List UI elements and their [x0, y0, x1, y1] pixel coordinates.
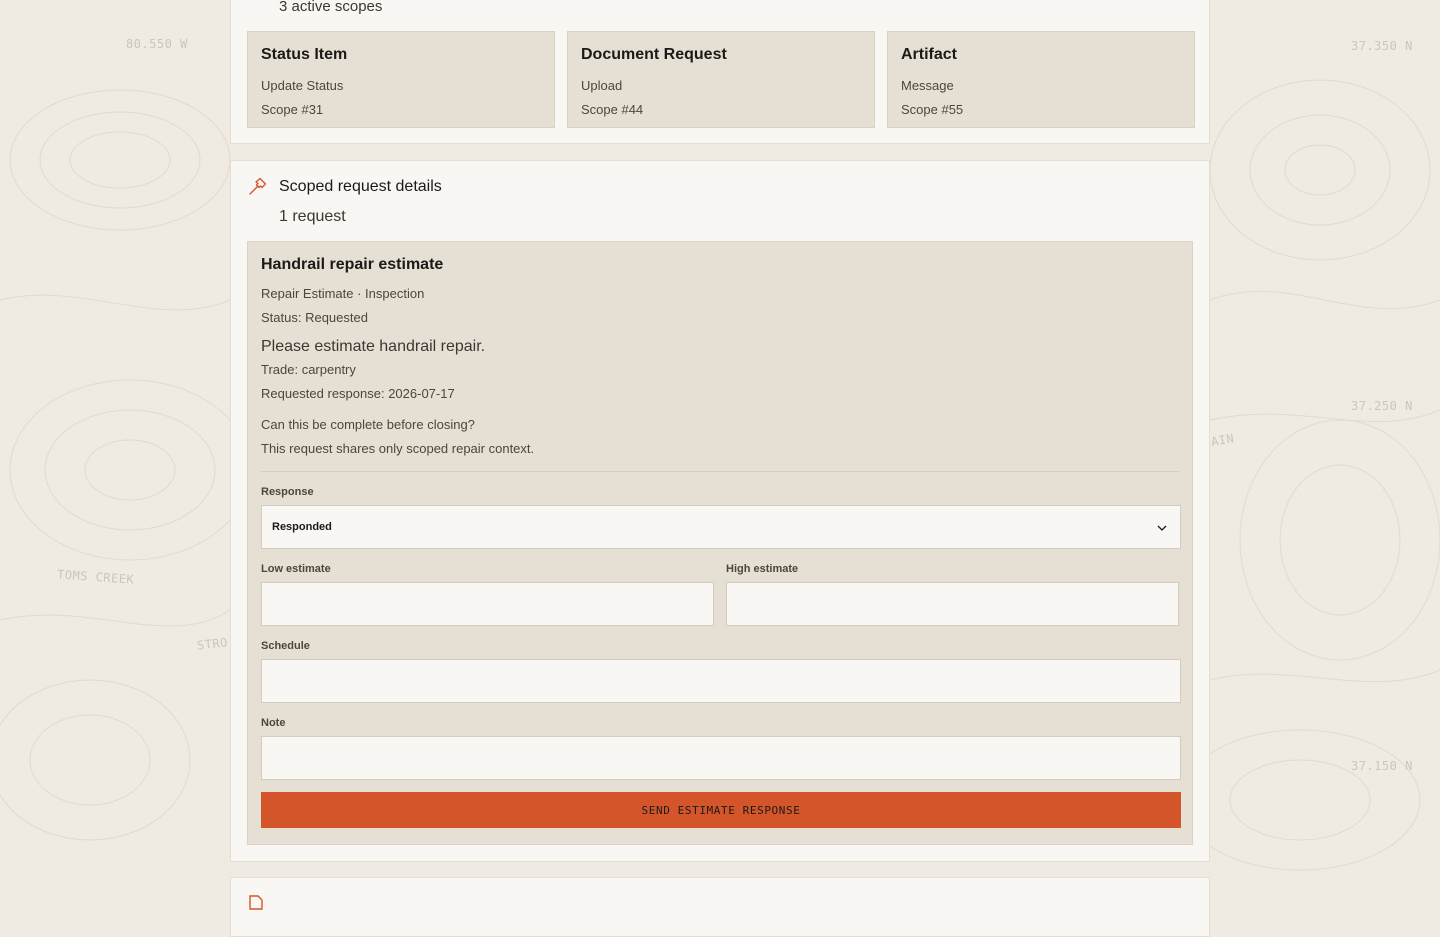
- request-card: Handrail repair estimate Repair Estimate…: [247, 241, 1193, 845]
- document-icon: [248, 894, 264, 910]
- scope-card-kind: Update Status: [261, 78, 344, 93]
- scope-card-scope: Scope #55: [901, 102, 964, 117]
- scope-card-artifact[interactable]: Artifact Message Scope #55: [887, 31, 1195, 128]
- response-select-value: Responded: [272, 521, 332, 533]
- estimate-range-row: Low estimate High estimate: [261, 549, 1179, 626]
- scope-card-document-request[interactable]: Document Request Upload Scope #44: [567, 31, 875, 128]
- request-status: Status: Requested: [261, 310, 368, 325]
- section-title: Scoped request details: [279, 178, 442, 195]
- note-input[interactable]: [261, 736, 1181, 780]
- schedule-label: Schedule: [261, 640, 310, 652]
- scope-card-title: Status Item: [261, 46, 348, 63]
- scope-card-title: Artifact: [901, 46, 958, 63]
- next-panel: [230, 877, 1210, 937]
- low-estimate-input[interactable]: [261, 582, 714, 626]
- map-label-latitude-mid: 37.250 N: [1351, 399, 1413, 413]
- request-response-date: Requested response: 2026-07-17: [261, 386, 455, 401]
- scope-cards: Status Item Update Status Scope #31 Docu…: [247, 31, 1195, 128]
- low-estimate-label: Low estimate: [261, 563, 331, 575]
- section-header: Scoped request details: [247, 177, 442, 197]
- request-note: This request shares only scoped repair c…: [261, 441, 535, 456]
- map-label-latitude-bottom: 37.150 N: [1351, 759, 1413, 773]
- high-estimate-label: High estimate: [726, 563, 799, 575]
- scoped-request-details-panel: Scoped request details 1 request Handrai…: [230, 160, 1210, 862]
- scope-card-kind: Upload: [581, 78, 623, 93]
- scope-card-title: Document Request: [581, 46, 727, 63]
- low-estimate-group: Low estimate: [261, 549, 714, 626]
- map-label-longitude: 80.550 W: [126, 37, 188, 51]
- divider: [261, 471, 1179, 472]
- map-label-latitude-top: 37.350 N: [1351, 39, 1413, 53]
- request-question: Can this be complete before closing?: [261, 417, 475, 432]
- scope-card-scope: Scope #31: [261, 102, 324, 117]
- active-scopes-count: 3 active scopes: [279, 0, 383, 15]
- high-estimate-group: High estimate: [726, 549, 1179, 626]
- high-estimate-input[interactable]: [726, 582, 1179, 626]
- hammer-icon: [247, 177, 267, 197]
- request-meta: Repair Estimate · Inspection: [261, 286, 425, 301]
- response-label: Response: [261, 486, 314, 498]
- request-description: Please estimate handrail repair.: [261, 338, 486, 355]
- estimate-response-form: Response Responded Low estimate High est…: [261, 486, 1181, 828]
- request-title: Handrail repair estimate: [261, 256, 444, 273]
- scope-card-scope: Scope #44: [581, 102, 644, 117]
- response-select[interactable]: Responded: [261, 505, 1181, 549]
- send-estimate-response-button[interactable]: SEND ESTIMATE RESPONSE: [261, 792, 1181, 828]
- scope-card-status-item[interactable]: Status Item Update Status Scope #31: [247, 31, 555, 128]
- schedule-input[interactable]: [261, 659, 1181, 703]
- request-trade: Trade: carpentry: [261, 362, 356, 377]
- active-scopes-panel: 3 active scopes Status Item Update Statu…: [230, 0, 1210, 144]
- scope-card-kind: Message: [901, 78, 954, 93]
- note-label: Note: [261, 717, 286, 729]
- chevron-down-icon: [1156, 521, 1168, 533]
- request-count: 1 request: [279, 208, 346, 225]
